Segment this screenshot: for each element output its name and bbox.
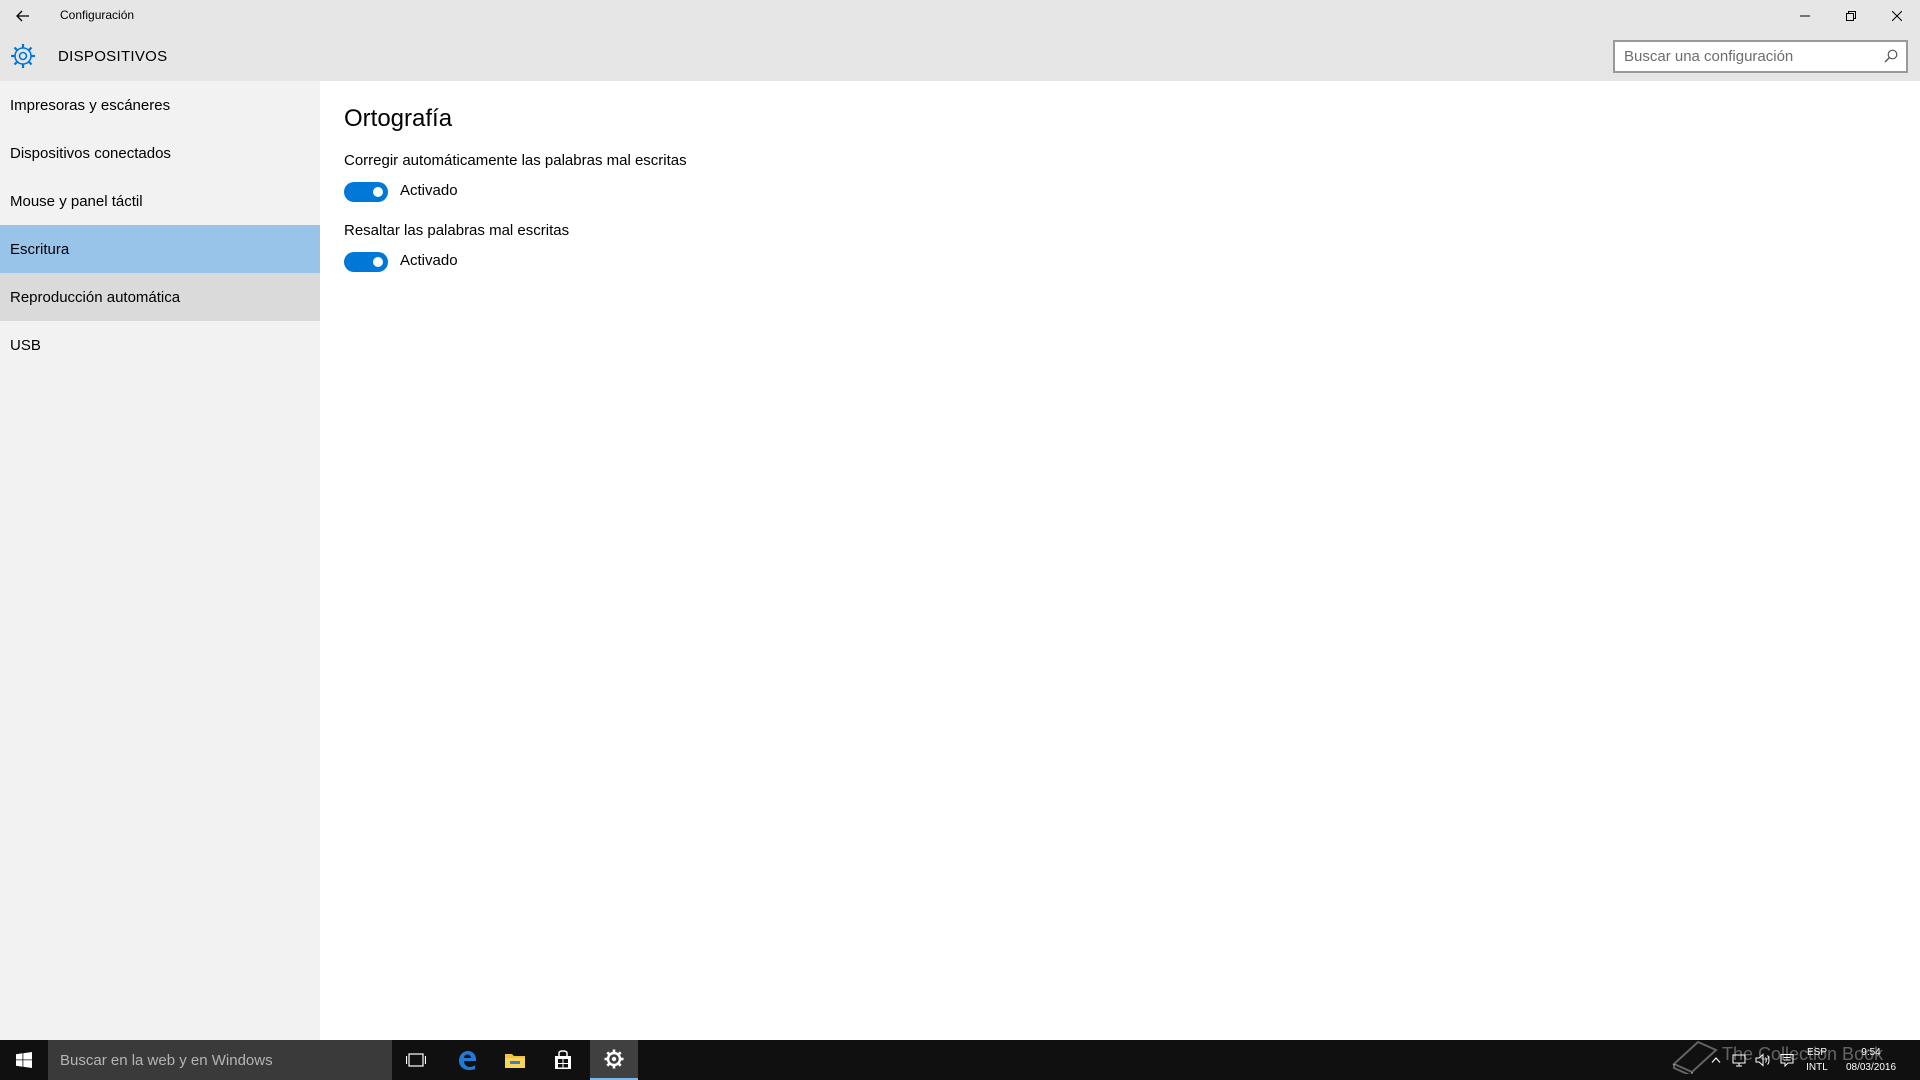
settings-search-box[interactable] xyxy=(1613,40,1908,73)
store-button[interactable] xyxy=(539,1040,587,1080)
gear-icon xyxy=(11,44,35,68)
sidebar-item-reproduccion[interactable]: Reproducción automática xyxy=(0,273,320,321)
highlight-toggle[interactable] xyxy=(344,252,388,272)
minimize-icon xyxy=(1800,15,1810,16)
content-pane: Ortografía Corregir automáticamente las … xyxy=(320,81,1920,1040)
autocorrect-toggle-state: Activado xyxy=(400,182,458,199)
task-view-button[interactable] xyxy=(392,1040,440,1080)
back-arrow-icon xyxy=(16,10,29,21)
sidebar-item-label: Reproducción automática xyxy=(10,288,181,306)
watermark-text: The Collection Book xyxy=(1722,1043,1884,1064)
page-title: Ortografía xyxy=(344,105,453,132)
file-explorer-button[interactable] xyxy=(491,1040,539,1080)
book-logo-icon xyxy=(1672,1040,1718,1074)
sidebar-item-label: USB xyxy=(10,336,41,354)
settings-taskbar-button[interactable] xyxy=(590,1040,638,1080)
sidebar-item-label: Escritura xyxy=(10,240,70,258)
settings-search-input[interactable] xyxy=(1615,42,1865,71)
close-button[interactable] xyxy=(1874,0,1920,31)
section-title: DISPOSITIVOS xyxy=(58,48,168,65)
back-button[interactable] xyxy=(0,0,46,31)
start-button[interactable] xyxy=(0,1040,48,1080)
sidebar-item-impresoras[interactable]: Impresoras y escáneres xyxy=(0,81,320,129)
file-explorer-icon xyxy=(505,1054,525,1068)
taskbar: Buscar en la web y en Windows ESP INTL 9… xyxy=(0,1040,1920,1080)
highlight-label: Resaltar las palabras mal escritas xyxy=(344,222,570,239)
highlight-toggle-state: Activado xyxy=(400,252,458,269)
toggle-knob xyxy=(373,257,383,267)
sidebar-nav: Impresoras y escáneres Dispositivos cone… xyxy=(0,81,320,1040)
taskbar-search-placeholder: Buscar en la web y en Windows xyxy=(60,1051,273,1069)
search-icon[interactable] xyxy=(1884,49,1898,63)
sidebar-item-escritura[interactable]: Escritura xyxy=(0,225,320,273)
sidebar-item-dispositivos-conectados[interactable]: Dispositivos conectados xyxy=(0,129,320,177)
settings-header: DISPOSITIVOS xyxy=(0,31,1920,81)
minimize-button[interactable] xyxy=(1782,0,1828,31)
sidebar-item-label: Dispositivos conectados xyxy=(10,144,171,162)
windows-logo-icon xyxy=(16,1052,32,1068)
task-view-icon xyxy=(406,1053,426,1067)
sidebar-item-label: Mouse y panel táctil xyxy=(10,192,143,210)
window-title: Configuración xyxy=(60,8,135,22)
edge-button[interactable] xyxy=(443,1040,491,1080)
autocorrect-toggle[interactable] xyxy=(344,182,388,202)
toggle-knob xyxy=(373,187,383,197)
settings-gear-icon xyxy=(604,1049,624,1069)
watermark: The Collection Book xyxy=(1670,1034,1910,1074)
autocorrect-label: Corregir automáticamente las palabras ma… xyxy=(344,152,687,169)
edge-icon xyxy=(459,1051,476,1070)
title-bar: Configuración xyxy=(0,0,1920,31)
restore-button[interactable] xyxy=(1828,0,1874,31)
restore-icon xyxy=(1846,10,1856,21)
taskbar-search[interactable]: Buscar en la web y en Windows xyxy=(48,1040,392,1080)
store-icon xyxy=(555,1050,571,1069)
close-icon xyxy=(1892,10,1902,21)
sidebar-item-label: Impresoras y escáneres xyxy=(10,96,171,114)
sidebar-item-usb[interactable]: USB xyxy=(0,321,320,369)
sidebar-item-mouse[interactable]: Mouse y panel táctil xyxy=(0,177,320,225)
